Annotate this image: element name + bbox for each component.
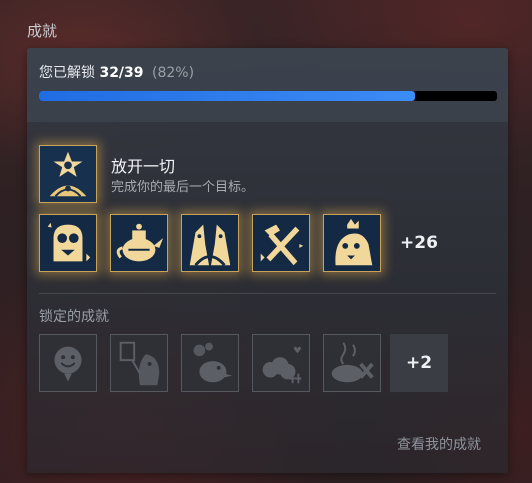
divider <box>39 293 496 294</box>
locked-achievements-title: 锁定的成就 <box>39 309 109 325</box>
progress-bar-fill <box>39 91 415 101</box>
smiley-sign-icon[interactable] <box>39 334 97 392</box>
progress-count: 32/39 <box>99 65 144 81</box>
twin-figures-icon[interactable] <box>181 214 239 272</box>
view-my-achievements-link[interactable]: 查看我的成就 <box>397 434 481 454</box>
hammer-cross-icon[interactable] <box>252 214 310 272</box>
more-unlocked-button[interactable]: +26 <box>390 214 448 272</box>
sheep-hearts-icon[interactable] <box>252 334 310 392</box>
more-locked-button[interactable]: +2 <box>390 334 448 392</box>
featured-achievement-description: 完成你的最后一个目标。 <box>111 180 255 195</box>
star-character-icon[interactable] <box>39 145 97 203</box>
section-title: 成就 <box>27 22 58 40</box>
progress-section: 您已解锁 32/39 (82%) <box>27 48 508 122</box>
progress-percent: (82%) <box>151 65 195 81</box>
featured-achievement-name: 放开一切 <box>111 157 176 176</box>
achievements-panel: 您已解锁 32/39 (82%) 放开一切 完成你的最后一个目标。 +26 锁定… <box>27 48 508 473</box>
teapot-icon[interactable] <box>110 214 168 272</box>
progress-label: 您已解锁 32/39 (82%) <box>39 62 194 82</box>
owl-knight-icon[interactable] <box>39 214 97 272</box>
soup-bowl-icon[interactable] <box>323 334 381 392</box>
progress-bar <box>39 91 497 101</box>
crow-balloon-icon[interactable] <box>181 334 239 392</box>
progress-text: 您已解锁 <box>39 65 95 81</box>
lantern-character-icon[interactable] <box>110 334 168 392</box>
bird-crown-icon[interactable] <box>323 214 381 272</box>
